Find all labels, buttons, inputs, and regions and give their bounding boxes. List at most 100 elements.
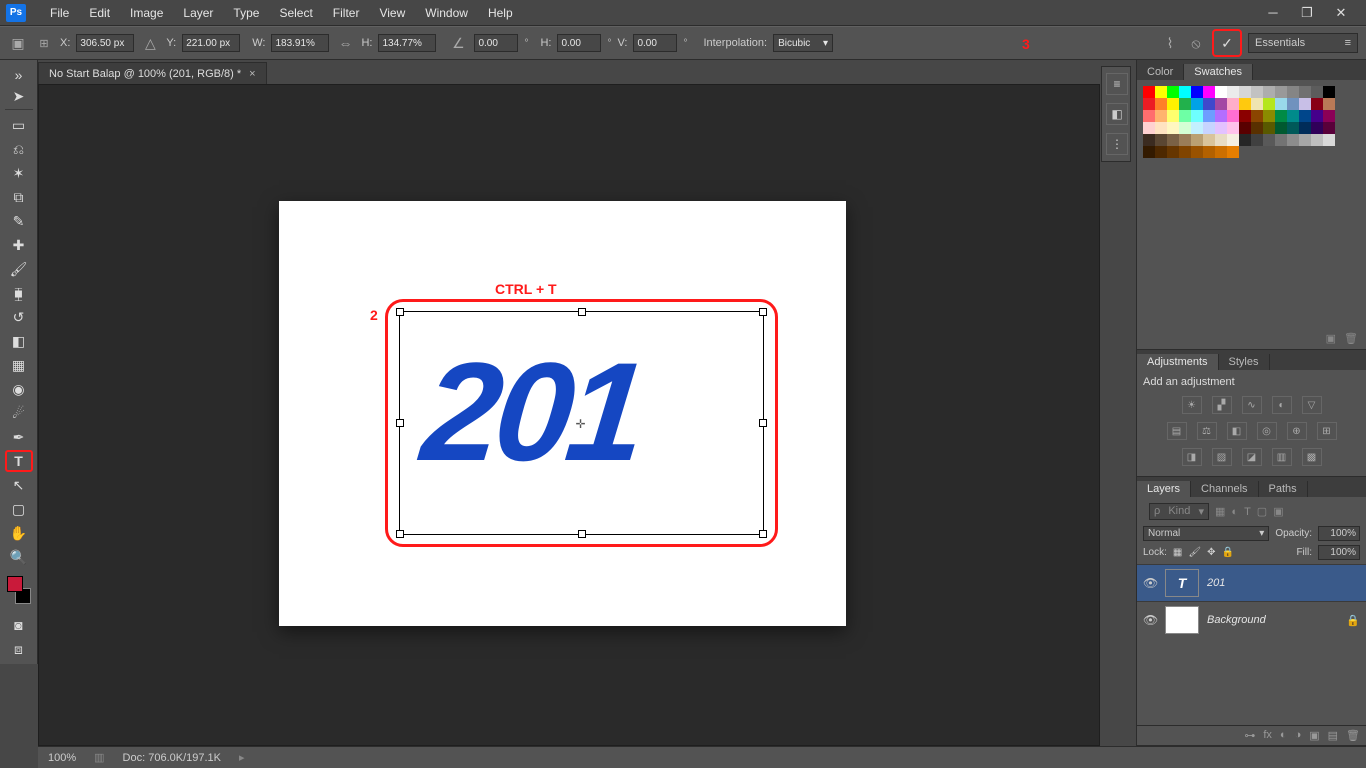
swatch[interactable]	[1227, 134, 1239, 146]
adj-selective-icon[interactable]: ▩	[1302, 448, 1322, 466]
swatch[interactable]	[1311, 110, 1323, 122]
swatch[interactable]	[1155, 98, 1167, 110]
path-select-tool[interactable]: ↖	[5, 474, 33, 496]
transform-handle-tl[interactable]	[396, 308, 404, 316]
swatch[interactable]	[1227, 98, 1239, 110]
swatch[interactable]	[1179, 86, 1191, 98]
transform-handle-br[interactable]	[759, 530, 767, 538]
tab-layers[interactable]: Layers	[1137, 481, 1191, 497]
swatch[interactable]	[1191, 86, 1203, 98]
swatch[interactable]	[1287, 122, 1299, 134]
swatch[interactable]	[1215, 86, 1227, 98]
adj-threshold-icon[interactable]: ◪	[1242, 448, 1262, 466]
swatch[interactable]	[1215, 122, 1227, 134]
filter-type-icon[interactable]: T	[1244, 506, 1251, 518]
layer-fx-icon[interactable]: fx	[1263, 729, 1272, 742]
new-fill-icon[interactable]: ◑	[1295, 729, 1302, 742]
transform-handle-bl[interactable]	[396, 530, 404, 538]
collapse-tools-icon[interactable]: »	[5, 64, 33, 86]
zoom-level[interactable]: 100%	[48, 752, 76, 764]
swatch[interactable]	[1275, 122, 1287, 134]
swatch[interactable]	[1263, 122, 1275, 134]
new-group-icon[interactable]: ▣	[1309, 729, 1319, 742]
lasso-tool[interactable]: ⎌	[5, 138, 33, 160]
swatch[interactable]	[1155, 146, 1167, 158]
swatch[interactable]	[1239, 86, 1251, 98]
filter-pixel-icon[interactable]: ▦	[1215, 505, 1225, 518]
swatch[interactable]	[1323, 98, 1335, 110]
transform-bounding-box[interactable]: ✛	[399, 311, 764, 535]
swatch[interactable]	[1311, 122, 1323, 134]
swatch[interactable]	[1203, 122, 1215, 134]
swatch[interactable]	[1323, 110, 1335, 122]
swatch[interactable]	[1299, 122, 1311, 134]
rotate-field[interactable]: 0.00	[474, 34, 518, 52]
menu-layer[interactable]: Layer	[173, 2, 223, 24]
swatch[interactable]	[1227, 86, 1239, 98]
lock-all-icon[interactable]: 🔒	[1221, 547, 1233, 558]
swatch[interactable]	[1167, 110, 1179, 122]
swatch[interactable]	[1143, 98, 1155, 110]
canvas-area[interactable]: CTRL + T 2 201 ✛	[38, 84, 1100, 746]
swatch[interactable]	[1251, 86, 1263, 98]
hand-tool[interactable]: ✋	[5, 522, 33, 544]
layer-visibility-icon[interactable]: 👁	[1143, 613, 1157, 627]
adj-bw-icon[interactable]: ◧	[1227, 422, 1247, 440]
menu-type[interactable]: Type	[223, 2, 269, 24]
y-field[interactable]: 221.00 px	[182, 34, 240, 52]
adj-invert-icon[interactable]: ◨	[1182, 448, 1202, 466]
swatch[interactable]	[1251, 134, 1263, 146]
swatch[interactable]	[1287, 134, 1299, 146]
transform-handle-r[interactable]	[759, 419, 767, 427]
swatch[interactable]	[1191, 98, 1203, 110]
swatch[interactable]	[1263, 134, 1275, 146]
zoom-tool[interactable]: 🔍	[5, 546, 33, 568]
swatch[interactable]	[1287, 110, 1299, 122]
swatch[interactable]	[1143, 122, 1155, 134]
swatch[interactable]	[1263, 86, 1275, 98]
pen-tool[interactable]: ✒	[5, 426, 33, 448]
transform-tool-icon[interactable]: ▣	[8, 33, 28, 53]
commit-transform-icon[interactable]: ✓	[1217, 33, 1237, 53]
swatch[interactable]	[1167, 86, 1179, 98]
swatch[interactable]	[1275, 86, 1287, 98]
history-brush-tool[interactable]: ↺	[5, 306, 33, 328]
type-tool[interactable]: T	[5, 450, 33, 472]
swatch[interactable]	[1179, 122, 1191, 134]
interp-select[interactable]: Bicubic▾	[773, 34, 833, 52]
swatch[interactable]	[1179, 134, 1191, 146]
new-swatch-icon[interactable]: ▣	[1326, 332, 1336, 345]
quick-select-tool[interactable]: ✶	[5, 162, 33, 184]
swatch[interactable]	[1299, 98, 1311, 110]
layer-filter-kind[interactable]: ρKind▾	[1149, 503, 1209, 520]
swatch[interactable]	[1311, 134, 1323, 146]
swatch[interactable]	[1287, 98, 1299, 110]
tab-adjustments[interactable]: Adjustments	[1137, 354, 1219, 370]
adj-gradient-map-icon[interactable]: ▥	[1272, 448, 1292, 466]
h-field[interactable]: 134.77%	[378, 34, 436, 52]
dock-history-icon[interactable]: ≡	[1106, 73, 1128, 95]
screen-mode-tool[interactable]: ⧈	[5, 638, 33, 660]
transform-handle-tr[interactable]	[759, 308, 767, 316]
swatch[interactable]	[1167, 122, 1179, 134]
opacity-field[interactable]: 100%	[1318, 526, 1360, 541]
crop-tool[interactable]: ⧉	[5, 186, 33, 208]
swatch[interactable]	[1263, 98, 1275, 110]
swatch[interactable]	[1287, 86, 1299, 98]
swatch[interactable]	[1263, 110, 1275, 122]
adj-levels-icon[interactable]: ▞	[1212, 396, 1232, 414]
adj-hue-icon[interactable]: ▤	[1167, 422, 1187, 440]
swatch[interactable]	[1155, 110, 1167, 122]
swatch[interactable]	[1227, 146, 1239, 158]
swatch[interactable]	[1311, 98, 1323, 110]
vskew-field[interactable]: 0.00	[633, 34, 677, 52]
transform-center-icon[interactable]: ✛	[576, 417, 588, 429]
swatch[interactable]	[1179, 146, 1191, 158]
hskew-field[interactable]: 0.00	[557, 34, 601, 52]
swatch[interactable]	[1323, 122, 1335, 134]
marquee-tool[interactable]: ▭	[5, 114, 33, 136]
adj-channel-mixer-icon[interactable]: ⊕	[1287, 422, 1307, 440]
tab-styles[interactable]: Styles	[1219, 354, 1270, 370]
adj-curves-icon[interactable]: ∿	[1242, 396, 1262, 414]
swatch[interactable]	[1203, 98, 1215, 110]
